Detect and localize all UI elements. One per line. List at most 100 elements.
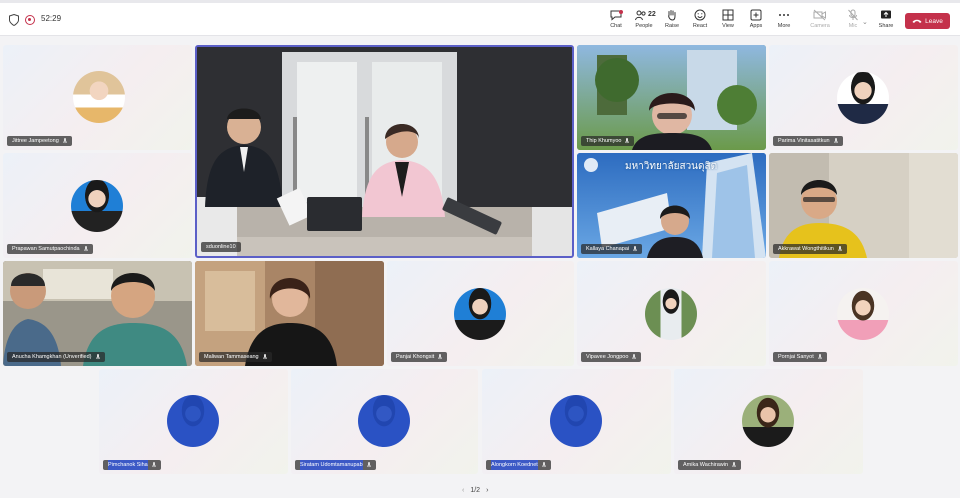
more-label: More (777, 23, 791, 29)
view-label: View (722, 23, 734, 29)
participant-tile[interactable]: Siratam Udomtamanupab (291, 369, 478, 474)
participant-name: Parima Vinitasatitkun (778, 138, 830, 144)
mic-button[interactable]: ⌄ Mic (839, 7, 868, 29)
participant-avatar (73, 71, 125, 123)
participant-avatar (167, 395, 219, 447)
mic-icon (837, 246, 842, 252)
name-tag: Jittree Jampeetong (7, 136, 72, 146)
participant-name: Amika Wachirawin (683, 462, 729, 468)
name-tag: Parima Vinitasatitkun (773, 136, 843, 146)
participant-name: Thip Khumyoo (586, 138, 622, 144)
participant-name: Pornjai Sanyot (778, 354, 814, 360)
mic-icon (541, 462, 546, 468)
people-label: People (635, 23, 653, 29)
participant-name: Alongkorn Koednet (491, 460, 538, 470)
unread-badge (619, 10, 623, 14)
participant-tile[interactable]: Amika Wachirawin (674, 369, 863, 474)
name-tag: Thip Khumyoo (581, 136, 635, 146)
name-tag: Akkrawat Wongthitikun (773, 244, 847, 254)
mic-icon (625, 138, 630, 144)
participant-name: sduonline10 (206, 244, 236, 250)
name-tag: Prapawan Samutpaochinda (7, 244, 93, 254)
mic-icon (83, 246, 88, 252)
participant-avatar (837, 288, 889, 340)
video-frame (577, 45, 766, 150)
participant-avatar (550, 395, 602, 447)
camera-label: Camera (810, 23, 830, 29)
mic-icon (95, 354, 100, 360)
participant-tile[interactable]: Pornjai Sanyot (769, 261, 958, 366)
mic-icon (62, 138, 67, 144)
participant-name: Anucha Khamgkhan (Unverified) (12, 354, 92, 360)
more-button[interactable]: More (770, 7, 798, 29)
apps-icon (750, 9, 762, 21)
mic-icon (151, 462, 156, 468)
participant-avatar (454, 288, 506, 340)
name-tag: Vipavee Jongpoo (581, 352, 642, 362)
view-button[interactable]: View (714, 7, 742, 29)
camera-button[interactable]: Camera (806, 7, 834, 29)
participant-tile[interactable]: Alongkorn Koednet (482, 369, 671, 474)
raise-hand-button[interactable]: Raise (658, 7, 686, 29)
view-icon (722, 9, 734, 21)
participant-avatar (358, 395, 410, 447)
people-button[interactable]: 22 People (630, 7, 658, 29)
chevron-down-icon[interactable]: ⌄ (862, 18, 868, 26)
participant-tile[interactable]: Pimchanok Siha (99, 369, 288, 474)
gallery-pager: ‹ 1/2 › (462, 487, 488, 494)
recording-icon (25, 15, 35, 25)
mic-icon (817, 354, 822, 360)
mic-off-icon (848, 9, 858, 21)
name-tag: Pimchanok Siha (103, 460, 161, 470)
name-tag: Anucha Khamgkhan (Unverified) (7, 352, 105, 362)
participant-tile[interactable]: มหาวิทยาลัยสวนดุสิต Kallaya Chanapai (577, 153, 766, 258)
share-label: Share (878, 23, 894, 29)
mic-icon (262, 354, 267, 360)
people-icon (635, 10, 646, 21)
camera-off-icon (813, 9, 826, 21)
participant-name: Prapawan Samutpaochinda (12, 246, 80, 252)
video-frame (3, 261, 192, 366)
mic-icon (438, 354, 443, 360)
chevron-right-icon[interactable]: › (486, 487, 488, 494)
more-icon (779, 14, 789, 16)
leave-button[interactable]: Leave (905, 13, 950, 29)
chat-button[interactable]: Chat (602, 7, 630, 29)
participant-tile[interactable]: Jittree Jampeetong (3, 45, 192, 150)
meeting-toolbar: 52:29 Chat 22 People Raise React View Ap… (0, 0, 960, 36)
participant-name: Panjai Khongsit (396, 354, 435, 360)
name-tag: Pornjai Sanyot (773, 352, 827, 362)
participant-tile[interactable]: Prapawan Samutpaochinda (3, 153, 192, 258)
share-button[interactable]: Share (872, 7, 900, 29)
apps-button[interactable]: Apps (742, 7, 770, 29)
participant-tile[interactable]: Panjai Khongsit (387, 261, 574, 366)
participant-tile[interactable]: Anucha Khamgkhan (Unverified) (3, 261, 192, 366)
raise-label: Raise (664, 23, 680, 29)
name-tag: Kallaya Chanapai (581, 244, 643, 254)
participant-tile[interactable]: Maliwan Tammaseang (195, 261, 384, 366)
page-indicator: 1/2 (470, 487, 481, 494)
chevron-left-icon[interactable]: ‹ (462, 487, 464, 494)
video-frame (197, 47, 572, 256)
participant-tile[interactable]: Thip Khumyoo (577, 45, 766, 150)
participant-name: Kallaya Chanapai (586, 246, 630, 252)
participant-tile[interactable]: Parima Vinitasatitkun (769, 45, 958, 150)
participant-tile-active-speaker[interactable]: sduonline10 (195, 45, 574, 258)
share-icon (881, 10, 891, 19)
participant-avatar (645, 288, 697, 340)
mic-icon (633, 246, 638, 252)
phone-hangup-icon (912, 19, 922, 23)
react-label: React (692, 23, 708, 29)
react-icon (694, 9, 706, 21)
name-tag: Siratam Udomtamanupab (295, 460, 376, 470)
participant-avatar (71, 180, 123, 232)
react-button[interactable]: React (686, 7, 714, 29)
participant-tile[interactable]: Akkrawat Wongthitikun (769, 153, 958, 258)
participant-avatar (742, 395, 794, 447)
name-tag: Maliwan Tammaseang (199, 352, 272, 362)
participant-tile[interactable]: Vipavee Jongpoo (577, 261, 766, 366)
video-frame (769, 153, 958, 258)
meeting-timer: 52:29 (41, 14, 62, 23)
shield-icon (9, 14, 19, 26)
name-tag: Panjai Khongsit (391, 352, 448, 362)
